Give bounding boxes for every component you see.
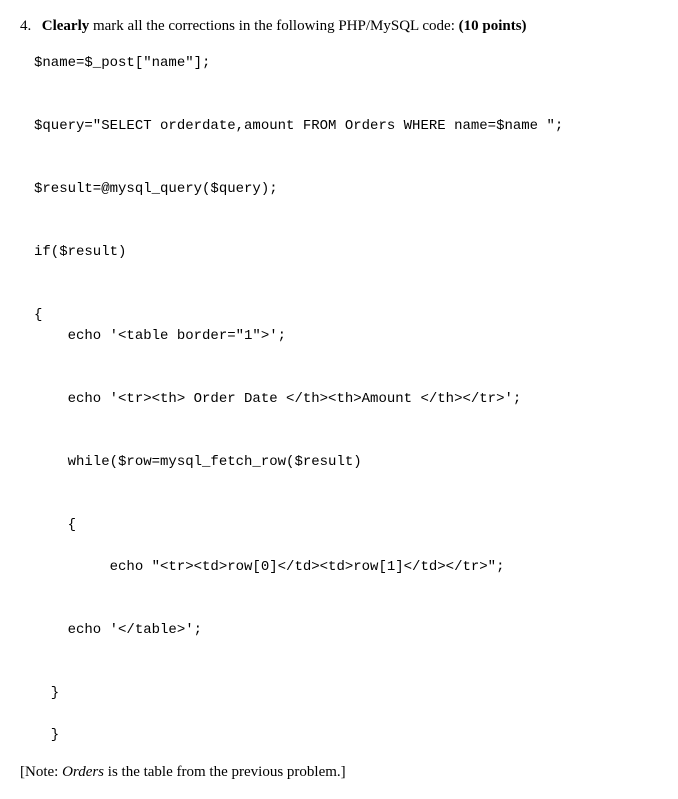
note-line: [Note: Orders is the table from the prev… [20, 764, 658, 781]
code-line: echo "<tr><td>row[0]</td><td>row[1]</td>… [34, 559, 504, 575]
code-block: $name=$_post["name"]; $query="SELECT ord… [34, 53, 658, 746]
code-line: $name=$_post["name"]; [34, 55, 210, 71]
code-line: $result=@mysql_query($query); [34, 181, 278, 197]
question-line: 4. Clearly mark all the corrections in t… [20, 18, 658, 35]
note-suffix: is the table from the previous problem.] [104, 764, 346, 780]
note-italic: Orders [62, 764, 104, 780]
code-line: { [34, 517, 76, 533]
code-line: echo '<table border="1">'; [34, 328, 286, 344]
code-line: echo '<tr><th> Order Date </th><th>Amoun… [34, 391, 521, 407]
question-number: 4. [20, 18, 38, 35]
code-line: while($row=mysql_fetch_row($result) [34, 454, 362, 470]
note-prefix: [Note: [20, 764, 62, 780]
question-bold-word: Clearly [42, 18, 89, 34]
code-line: echo '</table>'; [34, 622, 202, 638]
question-points: (10 points) [459, 18, 527, 34]
code-line: } [34, 685, 59, 701]
code-line: if($result) [34, 244, 126, 260]
question-text: mark all the corrections in the followin… [89, 18, 458, 34]
code-line: } [34, 727, 59, 743]
code-line: { [34, 307, 42, 323]
code-line: $query="SELECT orderdate,amount FROM Ord… [34, 118, 563, 134]
